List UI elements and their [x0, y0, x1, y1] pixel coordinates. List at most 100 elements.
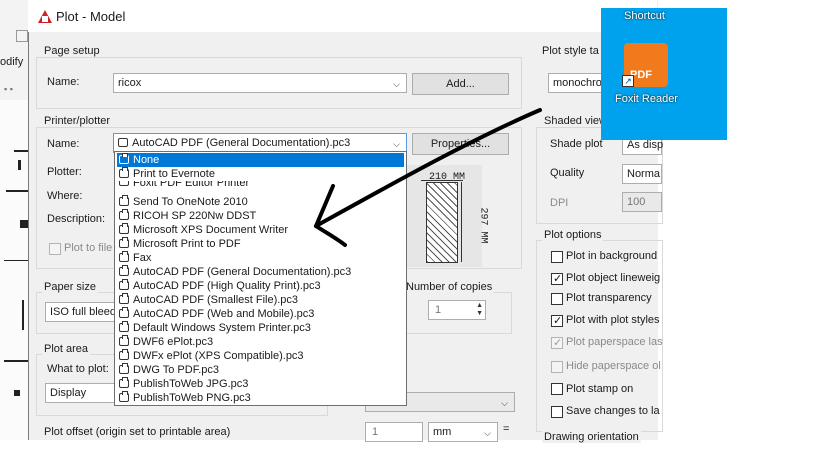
chevron-down-icon: ⌵: [484, 428, 491, 438]
printer-option-label: None: [133, 154, 160, 166]
printer-icon: [119, 209, 129, 220]
page-setup-name-select[interactable]: ricox ⌵: [113, 73, 407, 93]
printer-option-label: AutoCAD PDF (High Quality Print).pc3: [133, 280, 321, 292]
quality-value: Norma: [627, 168, 661, 180]
printer-option-ricoh[interactable]: RICOH SP 220Nw DDST: [117, 209, 404, 223]
printer-icon: [118, 138, 128, 147]
plot-object-lineweights-checkbox[interactable]: [551, 272, 563, 285]
printer-dropdown-list: None Print to Evernote Foxit PDF Editor …: [114, 151, 407, 406]
printer-icon: [119, 223, 129, 234]
background-toolbar-icon[interactable]: [16, 30, 28, 42]
plot-area-label: Plot area: [42, 343, 91, 355]
scale-unit-select[interactable]: mm ⌵: [428, 422, 498, 442]
printer-icon: [119, 293, 129, 304]
plot-style-value: monochro: [553, 77, 602, 89]
plot-paperspace-last-checkbox[interactable]: [551, 336, 563, 349]
shade-plot-value: As disp: [627, 139, 664, 151]
printer-option-label: Print to Evernote: [133, 168, 215, 180]
plot-options-label: Plot options: [542, 229, 604, 241]
copies-value: 1: [435, 304, 442, 316]
printer-option-ms-print-to-pdf[interactable]: Microsoft Print to PDF: [117, 237, 404, 251]
plot-to-file-label: Plot to file: [64, 242, 113, 254]
printer-icon: [119, 167, 129, 178]
save-changes-to-layout-checkbox[interactable]: [551, 406, 563, 418]
printer-option-dwg-to-pdf[interactable]: DWG To PDF.pc3: [117, 363, 404, 377]
drawing-canvas-fragment[interactable]: [0, 100, 31, 440]
plot-to-file-checkbox[interactable]: [49, 243, 61, 255]
printer-name-select[interactable]: AutoCAD PDF (General Documentation).pc3 …: [113, 133, 407, 153]
scale-value-field[interactable]: 1: [365, 422, 423, 442]
preview-width-dimension-line: [421, 180, 463, 181]
plot-with-plot-styles-checkbox[interactable]: [551, 314, 563, 327]
printer-option-autocad-pdf-smallest[interactable]: AutoCAD PDF (Smallest File).pc3: [117, 293, 404, 307]
printer-option-label: RICOH SP 220Nw DDST: [133, 210, 257, 222]
printer-option-default-windows[interactable]: Default Windows System Printer.pc3: [117, 321, 404, 335]
printer-icon: [119, 307, 129, 318]
where-label: Where:: [47, 190, 83, 202]
shortcut-arrow-icon: ↗: [622, 75, 634, 87]
printer-name-value: AutoCAD PDF (General Documentation).pc3: [132, 137, 351, 149]
page-setup-label: Page setup: [42, 45, 102, 57]
printer-option-autocad-pdf-high-quality[interactable]: AutoCAD PDF (High Quality Print).pc3: [117, 279, 404, 293]
preview-height-label: 297 MM: [477, 207, 489, 244]
add-page-setup-button[interactable]: Add...: [412, 73, 509, 95]
shortcut-top-label: Shortcut: [624, 10, 665, 22]
plotter-label: Plotter:: [47, 166, 82, 178]
spin-down-icon[interactable]: ▼: [476, 310, 483, 317]
autocad-app-icon-center: [42, 16, 48, 22]
quality-select[interactable]: Norma: [622, 164, 662, 184]
background-toolbar-icon-2[interactable]: ▪ ▪: [4, 84, 13, 94]
printer-option-evernote[interactable]: Print to Evernote: [117, 167, 404, 181]
printer-icon: [119, 195, 129, 206]
plot-object-lineweights-label: Plot object lineweig: [566, 272, 661, 284]
scale-equals-sign: =: [503, 423, 510, 435]
what-to-plot-value: Display: [50, 387, 87, 399]
dpi-value: 100: [627, 196, 646, 208]
plot-in-background-label: Plot in background: [566, 250, 658, 262]
hide-paperspace-objects-checkbox[interactable]: [551, 361, 563, 373]
printer-option-label: Default Windows System Printer.pc3: [133, 322, 311, 334]
plot-stamp-on-label: Plot stamp on: [566, 383, 634, 395]
dpi-field[interactable]: 100: [622, 192, 662, 212]
printer-properties-button[interactable]: Properties...: [412, 133, 509, 155]
printer-option-none[interactable]: None: [117, 153, 404, 167]
quality-label: Quality: [550, 167, 585, 179]
background-toolbar-fragment: odify: [0, 56, 24, 68]
printer-option-publish-png[interactable]: PublishToWeb PNG.pc3: [117, 391, 404, 405]
printer-option-label: PublishToWeb PNG.pc3: [133, 392, 251, 404]
printer-option-onenote[interactable]: Send To OneNote 2010: [117, 195, 404, 209]
chevron-down-icon: ⌵: [501, 398, 508, 408]
printer-icon: [119, 153, 129, 164]
printer-option-label: DWF6 ePlot.pc3: [133, 336, 214, 348]
plot-transparency-checkbox[interactable]: [551, 293, 563, 305]
plot-in-background-checkbox[interactable]: [551, 251, 563, 263]
printer-option-label: Fax: [133, 252, 152, 264]
paper-size-label: Paper size: [42, 281, 98, 293]
plot-transparency-label: Plot transparency: [566, 292, 652, 304]
page-setup-name-label: Name:: [47, 76, 80, 88]
drawing-orientation-label: Drawing orientation: [542, 431, 641, 443]
printer-icon: [119, 377, 129, 388]
printer-option-label: DWG To PDF.pc3: [133, 364, 219, 376]
plot-paperspace-last-label: Plot paperspace las: [566, 336, 663, 348]
printer-icon: [119, 335, 129, 346]
what-to-plot-label: What to plot:: [47, 363, 109, 375]
printer-option-foxit[interactable]: Foxit PDF Editor Printer: [117, 181, 404, 189]
printer-option-label: Microsoft Print to PDF: [133, 238, 241, 250]
dpi-label: DPI: [550, 197, 569, 209]
printer-plotter-label: Printer/plotter: [42, 115, 113, 127]
printer-option-autocad-pdf-general[interactable]: AutoCAD PDF (General Documentation).pc3: [117, 265, 404, 279]
printer-option-dwf6-eplot[interactable]: DWF6 ePlot.pc3: [117, 335, 404, 349]
copies-spinner[interactable]: 1 ▲ ▼: [428, 300, 486, 320]
spin-up-icon[interactable]: ▲: [476, 302, 483, 309]
printer-icon: [119, 251, 129, 262]
printer-option-dwfx-eplot[interactable]: DWFx ePlot (XPS Compatible).pc3: [117, 349, 404, 363]
chevron-down-icon: ⌵: [393, 139, 400, 149]
paper-size-value: ISO full bleed: [50, 306, 117, 318]
printer-option-fax[interactable]: Fax: [117, 251, 404, 265]
plot-stamp-on-checkbox[interactable]: [551, 383, 563, 395]
chevron-down-icon: ⌵: [393, 79, 400, 89]
printer-option-publish-jpg[interactable]: PublishToWeb JPG.pc3: [117, 377, 404, 391]
printer-option-xps-writer[interactable]: Microsoft XPS Document Writer: [117, 223, 404, 237]
printer-option-autocad-pdf-web[interactable]: AutoCAD PDF (Web and Mobile).pc3: [117, 307, 404, 321]
